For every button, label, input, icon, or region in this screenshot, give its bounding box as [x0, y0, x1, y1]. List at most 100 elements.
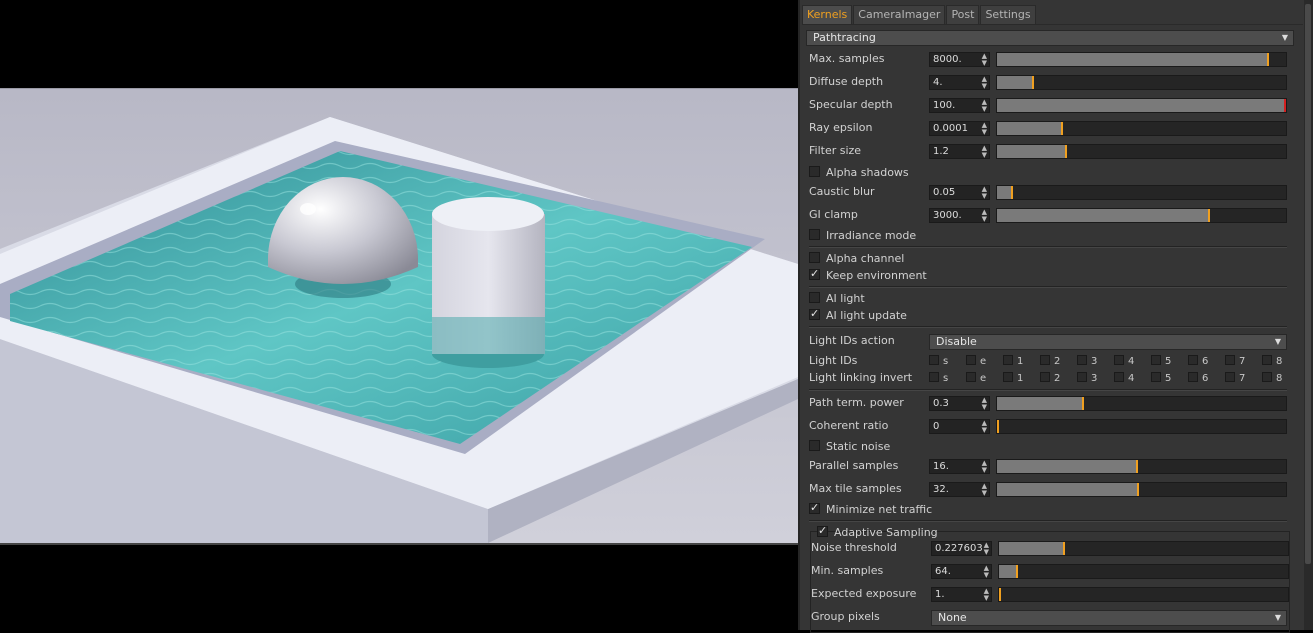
checkbox-icon[interactable] — [817, 523, 828, 539]
checkbox-icon[interactable] — [1077, 355, 1087, 365]
spinner-arrows-icon[interactable]: ▲ ▼ — [982, 209, 987, 223]
checkbox-icon[interactable] — [1003, 372, 1013, 382]
checkbox-icon[interactable] — [809, 500, 820, 516]
light-ids-toggle-3[interactable]: 3 — [1077, 355, 1097, 367]
light-linking-invert-toggle-1[interactable]: 1 — [1003, 372, 1023, 384]
tab-cameraimager[interactable]: CameraImager — [853, 5, 946, 24]
light-linking-invert-toggle-8[interactable]: 8 — [1262, 372, 1282, 384]
noise-threshold-slider-handle[interactable] — [1063, 542, 1065, 555]
min-samples-input[interactable]: 64. ▲ ▼ — [931, 564, 992, 579]
checkbox-icon[interactable] — [929, 355, 939, 365]
noise-threshold-slider[interactable] — [998, 541, 1289, 556]
light-linking-invert-toggle-e[interactable]: e — [966, 372, 986, 384]
checkbox-icon[interactable] — [1188, 355, 1198, 365]
group-pixels-dropdown[interactable]: None ▼ — [931, 610, 1287, 626]
alpha-channel-checkbox[interactable]: Alpha channel — [809, 251, 904, 267]
checkbox-icon[interactable] — [1188, 372, 1198, 382]
spinner-arrows-icon[interactable]: ▲ ▼ — [982, 53, 987, 67]
light-ids-toggle-7[interactable]: 7 — [1225, 355, 1245, 367]
expected-exposure-slider-handle[interactable] — [999, 588, 1001, 601]
checkbox-icon[interactable] — [1040, 372, 1050, 382]
alpha-shadows-checkbox[interactable]: Alpha shadows — [809, 165, 909, 181]
path-term-power-input[interactable]: 0.3 ▲ ▼ — [929, 396, 990, 411]
caustic-blur-slider[interactable] — [996, 185, 1287, 200]
spinner-arrows-icon[interactable]: ▲ ▼ — [982, 420, 987, 434]
light-ids-toggle-2[interactable]: 2 — [1040, 355, 1060, 367]
min-samples-slider[interactable] — [998, 564, 1289, 579]
light-ids-toggle-4[interactable]: 4 — [1114, 355, 1134, 367]
checkbox-icon[interactable] — [809, 252, 820, 263]
light-linking-invert-toggle-7[interactable]: 7 — [1225, 372, 1245, 384]
spinner-arrows-icon[interactable]: ▲ ▼ — [982, 122, 987, 136]
checkbox-icon[interactable] — [809, 292, 820, 303]
spinner-arrows-icon[interactable]: ▲ ▼ — [982, 145, 987, 159]
light-linking-invert-toggle-2[interactable]: 2 — [1040, 372, 1060, 384]
checkbox-icon[interactable] — [1114, 372, 1124, 382]
checkbox-icon[interactable] — [1262, 372, 1272, 382]
kernel-type-dropdown[interactable]: Pathtracing ▼ — [806, 30, 1294, 46]
parallel-samples-input[interactable]: 16. ▲ ▼ — [929, 459, 990, 474]
spinner-arrows-icon[interactable]: ▲ ▼ — [984, 565, 989, 579]
checkbox-icon[interactable] — [809, 440, 820, 451]
parallel-samples-slider[interactable] — [996, 459, 1287, 474]
spinner-arrows-icon[interactable]: ▲ ▼ — [982, 397, 987, 411]
checkbox-icon[interactable] — [1077, 372, 1087, 382]
tab-post[interactable]: Post — [946, 5, 980, 24]
checkbox-icon[interactable] — [1262, 355, 1272, 365]
static-noise-checkbox[interactable]: Static noise — [809, 439, 890, 455]
checkbox-icon[interactable] — [966, 372, 976, 382]
ai-light-update-checkbox[interactable]: AI light update — [809, 306, 907, 324]
light-linking-invert-toggle-4[interactable]: 4 — [1114, 372, 1134, 384]
parallel-samples-slider-handle[interactable] — [1136, 460, 1138, 473]
diffuse-depth-slider[interactable] — [996, 75, 1287, 90]
filter-size-slider-handle[interactable] — [1065, 145, 1067, 158]
spinner-arrows-icon[interactable]: ▲ ▼ — [982, 186, 987, 200]
checkbox-icon[interactable] — [1151, 372, 1161, 382]
checkbox-icon[interactable] — [1040, 355, 1050, 365]
noise-threshold-input[interactable]: 0.227603 ▲ ▼ — [931, 541, 992, 556]
spinner-arrows-icon[interactable]: ▲ ▼ — [982, 76, 987, 90]
checkbox-icon[interactable] — [1003, 355, 1013, 365]
light-ids-toggle-e[interactable]: e — [966, 355, 986, 367]
expected-exposure-input[interactable]: 1. ▲ ▼ — [931, 587, 992, 602]
coherent-ratio-slider-handle[interactable] — [997, 420, 999, 433]
max-samples-slider[interactable] — [996, 52, 1287, 67]
checkbox-icon[interactable] — [1114, 355, 1124, 365]
gi-clamp-slider-handle[interactable] — [1208, 209, 1210, 222]
ray-epsilon-input[interactable]: 0.0001 ▲ ▼ — [929, 121, 990, 136]
tab-settings[interactable]: Settings — [980, 5, 1036, 24]
gi-clamp-input[interactable]: 3000. ▲ ▼ — [929, 208, 990, 223]
spinner-arrows-icon[interactable]: ▲ ▼ — [982, 99, 987, 113]
light-linking-invert-toggle-s[interactable]: s — [929, 372, 948, 384]
keep-environment-checkbox[interactable]: Keep environment — [809, 266, 927, 284]
max-tile-samples-slider-handle[interactable] — [1137, 483, 1139, 496]
caustic-blur-slider-handle[interactable] — [1011, 186, 1013, 199]
max-tile-samples-input[interactable]: 32. ▲ ▼ — [929, 482, 990, 497]
light-ids-toggle-6[interactable]: 6 — [1188, 355, 1208, 367]
max-tile-samples-slider[interactable] — [996, 482, 1287, 497]
filter-size-input[interactable]: 1.2 ▲ ▼ — [929, 144, 990, 159]
ray-epsilon-slider-handle[interactable] — [1061, 122, 1063, 135]
specular-depth-slider-handle[interactable] — [1284, 99, 1286, 112]
light-linking-invert-toggle-3[interactable]: 3 — [1077, 372, 1097, 384]
light-ids-toggle-8[interactable]: 8 — [1262, 355, 1282, 367]
specular-depth-slider[interactable] — [996, 98, 1287, 113]
checkbox-icon[interactable] — [929, 372, 939, 382]
ray-epsilon-slider[interactable] — [996, 121, 1287, 136]
ai-light-checkbox[interactable]: AI light — [809, 291, 865, 307]
max-samples-slider-handle[interactable] — [1267, 53, 1269, 66]
spinner-arrows-icon[interactable]: ▲ ▼ — [982, 460, 987, 474]
spinner-arrows-icon[interactable]: ▲ ▼ — [984, 542, 989, 556]
adaptive-sampling-checkbox[interactable]: Adaptive Sampling — [817, 523, 938, 541]
checkbox-icon[interactable] — [966, 355, 976, 365]
path-term-power-slider[interactable] — [996, 396, 1287, 411]
light-ids-toggle-s[interactable]: s — [929, 355, 948, 367]
checkbox-icon[interactable] — [1151, 355, 1161, 365]
gi-clamp-slider[interactable] — [996, 208, 1287, 223]
coherent-ratio-slider[interactable] — [996, 419, 1287, 434]
diffuse-depth-input[interactable]: 4. ▲ ▼ — [929, 75, 990, 90]
irradiance-mode-checkbox[interactable]: Irradiance mode — [809, 228, 916, 244]
light-linking-invert-toggle-5[interactable]: 5 — [1151, 372, 1171, 384]
path-term-power-slider-handle[interactable] — [1082, 397, 1084, 410]
scrollbar-thumb[interactable] — [1305, 4, 1311, 564]
